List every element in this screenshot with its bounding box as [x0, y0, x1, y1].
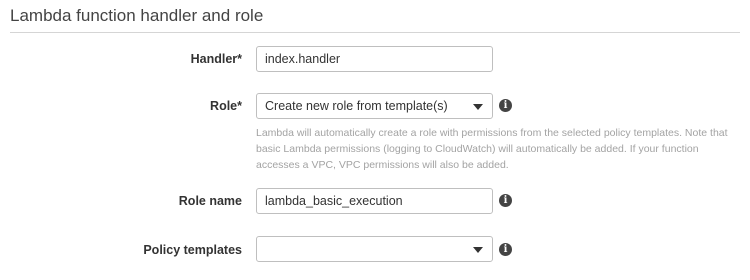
- section-title: Lambda function handler and role: [10, 6, 264, 25]
- chevron-down-icon: [473, 104, 483, 110]
- handler-input[interactable]: [256, 46, 493, 72]
- lambda-handler-role-panel: Lambda function handler and role Handler…: [0, 0, 750, 280]
- info-icon[interactable]: i: [499, 99, 512, 112]
- chevron-down-icon: [473, 247, 483, 253]
- role-select-value: Create new role from template(s): [265, 99, 448, 113]
- policy-templates-select[interactable]: [256, 236, 493, 262]
- info-icon[interactable]: i: [499, 243, 512, 256]
- role-select[interactable]: Create new role from template(s): [256, 93, 493, 119]
- role-name-input[interactable]: [256, 188, 493, 214]
- role-label: Role*: [210, 99, 242, 113]
- info-icon[interactable]: i: [499, 194, 512, 207]
- section-divider: [10, 32, 740, 33]
- policy-templates-label: Policy templates: [143, 243, 242, 257]
- role-help-text: Lambda will automatically create a role …: [256, 127, 728, 171]
- handler-label: Handler*: [190, 52, 242, 66]
- role-name-label: Role name: [178, 194, 242, 208]
